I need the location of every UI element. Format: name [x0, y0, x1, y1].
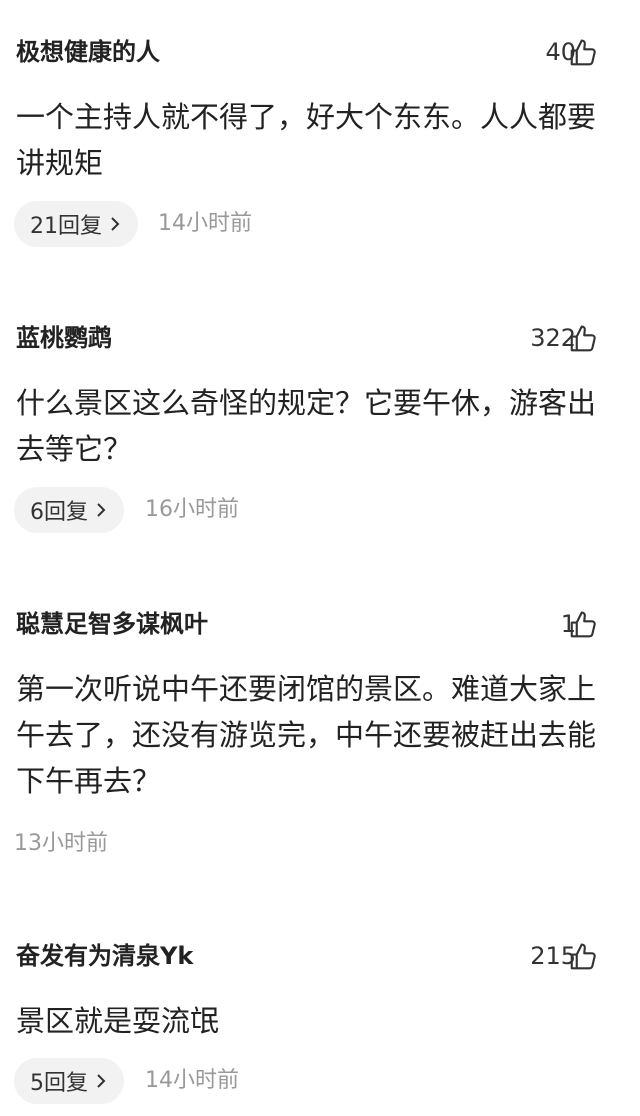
- comment-item: 极想健康的人 40 一个主持人就不得了，好大个东东。人人都要讲规矩 21回复 1…: [0, 32, 640, 252]
- comment-text: 景区就是耍流氓: [16, 1004, 220, 1038]
- comment-time: 14小时前: [145, 1068, 239, 1093]
- comment-text: 第一次听说中午还要闭馆的景区。难道大家上午去了，还没有游览完，中午还要被赶出去能…: [16, 672, 597, 798]
- chevron-right-icon: [111, 217, 120, 231]
- comment-header: 蓝桃鹦鹉 322: [16, 318, 596, 358]
- comment-username[interactable]: 奋发有为清泉Yk: [16, 936, 193, 976]
- comment-username[interactable]: 聪慧足智多谋枫叶: [16, 604, 208, 644]
- reply-count: 6回复: [30, 500, 88, 525]
- comment-text: 什么景区这么奇怪的规定？它要午休，游客出去等它？: [16, 386, 597, 466]
- comment-item: 蓝桃鹦鹉 322 什么景区这么奇怪的规定？它要午休，游客出去等它？ 6回复 16…: [0, 318, 640, 538]
- comment-header: 聪慧足智多谋枫叶 1: [16, 604, 596, 644]
- thumbs-up-icon[interactable]: [568, 942, 598, 972]
- comment-text: 一个主持人就不得了，好大个东东。人人都要讲规矩: [16, 100, 597, 180]
- comment-time: 13小时前: [14, 831, 108, 856]
- comment-item: 奋发有为清泉Yk 215 景区就是耍流氓 5回复 14小时前: [0, 936, 640, 1116]
- comment-username[interactable]: 极想健康的人: [16, 32, 160, 72]
- reply-button[interactable]: 5回复: [14, 1058, 124, 1104]
- comment-item: 聪慧足智多谋枫叶 1 第一次听说中午还要闭馆的景区。难道大家上午去了，还没有游览…: [0, 604, 640, 864]
- chevron-right-icon: [97, 1074, 106, 1088]
- comment-header: 奋发有为清泉Yk 215: [16, 936, 596, 976]
- reply-count: 21回复: [30, 214, 102, 239]
- thumbs-up-icon[interactable]: [568, 38, 598, 68]
- comment-username[interactable]: 蓝桃鹦鹉: [16, 318, 112, 358]
- reply-button[interactable]: 21回复: [14, 201, 138, 247]
- comment-header: 极想健康的人 40: [16, 32, 596, 72]
- reply-button[interactable]: 6回复: [14, 487, 124, 533]
- chevron-right-icon: [97, 503, 106, 517]
- comment-time: 16小时前: [145, 497, 239, 522]
- comment-time: 14小时前: [158, 211, 252, 236]
- reply-count: 5回复: [30, 1071, 88, 1096]
- thumbs-up-icon[interactable]: [568, 324, 598, 354]
- thumbs-up-icon[interactable]: [568, 610, 598, 640]
